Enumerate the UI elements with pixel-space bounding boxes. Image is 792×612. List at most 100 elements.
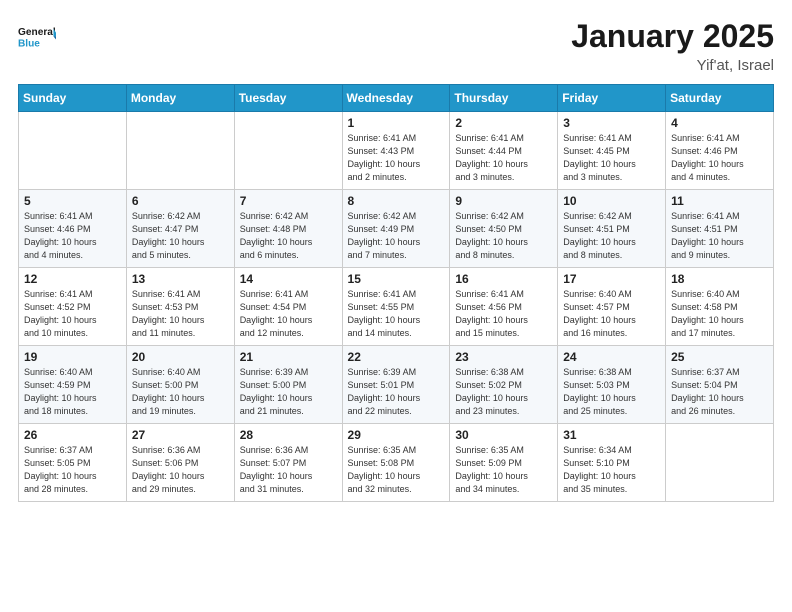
calendar-header-row: Sunday Monday Tuesday Wednesday Thursday… [19,85,774,112]
day-number: 31 [563,428,660,442]
col-sunday: Sunday [19,85,127,112]
calendar-day-cell: 18Sunrise: 6:40 AM Sunset: 4:58 PM Dayli… [666,268,774,346]
calendar-table: Sunday Monday Tuesday Wednesday Thursday… [18,84,774,502]
day-info: Sunrise: 6:41 AM Sunset: 4:53 PM Dayligh… [132,288,229,340]
calendar-day-cell: 27 Sunrise: 6:36 AM Sunset: 5:06 PM Dayli… [126,424,234,502]
col-wednesday: Wednesday [342,85,450,112]
calendar-day-cell: 1 Sunrise: 6:41 AM Sunset: 4:43 PM Daylig… [342,112,450,190]
day-number: 21 [240,350,337,364]
calendar-day-cell: 4 Sunrise: 6:41 AM Sunset: 4:46 PM Daylig… [666,112,774,190]
day-number: 7 [240,194,337,208]
svg-text:General: General [18,27,56,38]
day-info: Sunrise: 6:41 AM Sunset: 4:55 PM Dayligh… [348,288,445,340]
day-info: Sunrise: 6:38 AM Sunset: 5:03 PM Dayligh… [563,366,660,418]
day-info: Sunrise: 6:41 AM Sunset: 4:43 PM Dayligh… [348,132,445,184]
col-thursday: Thursday [450,85,558,112]
calendar-day-cell: 19 Sunrise: 6:40 AM Sunset: 4:59 PM Dayli… [19,346,127,424]
day-number: 19 [24,350,121,364]
day-number: 18 [671,272,768,286]
day-info: Sunrise: 6:41 AM Sunset: 4:45 PM Dayligh… [563,132,660,184]
calendar-day-cell [666,424,774,502]
calendar-day-cell: 11Sunrise: 6:41 AM Sunset: 4:51 PM Dayli… [666,190,774,268]
calendar-day-cell: 28 Sunrise: 6:36 AM Sunset: 5:07 PM Dayli… [234,424,342,502]
day-number: 14 [240,272,337,286]
day-number: 27 [132,428,229,442]
day-number: 3 [563,116,660,130]
calendar-day-cell: 13 Sunrise: 6:41 AM Sunset: 4:53 PM Dayli… [126,268,234,346]
calendar-day-cell: 29Sunrise: 6:35 AM Sunset: 5:08 PM Dayli… [342,424,450,502]
calendar-day-cell: 16 Sunrise: 6:41 AM Sunset: 4:56 PM Dayli… [450,268,558,346]
calendar-week-row: 19 Sunrise: 6:40 AM Sunset: 4:59 PM Dayli… [19,346,774,424]
day-info: Sunrise: 6:41 AM Sunset: 4:54 PM Dayligh… [240,288,337,340]
calendar-week-row: 1 Sunrise: 6:41 AM Sunset: 4:43 PM Daylig… [19,112,774,190]
calendar-day-cell: 12 Sunrise: 6:41 AM Sunset: 4:52 PM Dayli… [19,268,127,346]
day-number: 10 [563,194,660,208]
day-number: 29 [348,428,445,442]
svg-text:Blue: Blue [18,39,40,50]
title-block: January 2025 Yif'at, Israel [571,18,774,74]
day-info: Sunrise: 6:37 AM Sunset: 5:05 PM Dayligh… [24,444,121,496]
calendar-day-cell: 5Sunrise: 6:41 AM Sunset: 4:46 PM Daylig… [19,190,127,268]
calendar-day-cell: 20 Sunrise: 6:40 AM Sunset: 5:00 PM Dayli… [126,346,234,424]
day-info: Sunrise: 6:41 AM Sunset: 4:56 PM Dayligh… [455,288,552,340]
day-number: 15 [348,272,445,286]
day-info: Sunrise: 6:41 AM Sunset: 4:51 PM Dayligh… [671,210,768,262]
day-number: 8 [348,194,445,208]
day-info: Sunrise: 6:42 AM Sunset: 4:50 PM Dayligh… [455,210,552,262]
calendar-day-cell [126,112,234,190]
day-number: 20 [132,350,229,364]
day-number: 26 [24,428,121,442]
day-number: 2 [455,116,552,130]
header: General Blue January 2025 Yif'at, Israel [18,18,774,74]
day-number: 22 [348,350,445,364]
calendar-day-cell: 23 Sunrise: 6:38 AM Sunset: 5:02 PM Dayli… [450,346,558,424]
calendar-week-row: 26 Sunrise: 6:37 AM Sunset: 5:05 PM Dayli… [19,424,774,502]
calendar-day-cell: 3 Sunrise: 6:41 AM Sunset: 4:45 PM Daylig… [558,112,666,190]
day-info: Sunrise: 6:36 AM Sunset: 5:07 PM Dayligh… [240,444,337,496]
day-info: Sunrise: 6:39 AM Sunset: 5:01 PM Dayligh… [348,366,445,418]
day-info: Sunrise: 6:41 AM Sunset: 4:46 PM Dayligh… [671,132,768,184]
day-number: 30 [455,428,552,442]
calendar-day-cell: 22 Sunrise: 6:39 AM Sunset: 5:01 PM Dayli… [342,346,450,424]
day-number: 28 [240,428,337,442]
day-number: 9 [455,194,552,208]
page: General Blue January 2025 Yif'at, Israel… [0,0,792,612]
day-info: Sunrise: 6:41 AM Sunset: 4:52 PM Dayligh… [24,288,121,340]
logo: General Blue [18,18,56,56]
col-friday: Friday [558,85,666,112]
day-number: 1 [348,116,445,130]
calendar-day-cell: 9 Sunrise: 6:42 AM Sunset: 4:50 PM Daylig… [450,190,558,268]
day-number: 17 [563,272,660,286]
calendar-day-cell: 24Sunrise: 6:38 AM Sunset: 5:03 PM Dayli… [558,346,666,424]
day-number: 6 [132,194,229,208]
day-number: 25 [671,350,768,364]
day-info: Sunrise: 6:38 AM Sunset: 5:02 PM Dayligh… [455,366,552,418]
day-info: Sunrise: 6:40 AM Sunset: 5:00 PM Dayligh… [132,366,229,418]
calendar-day-cell: 7 Sunrise: 6:42 AM Sunset: 4:48 PM Daylig… [234,190,342,268]
calendar-day-cell: 15 Sunrise: 6:41 AM Sunset: 4:55 PM Dayli… [342,268,450,346]
day-info: Sunrise: 6:37 AM Sunset: 5:04 PM Dayligh… [671,366,768,418]
day-info: Sunrise: 6:42 AM Sunset: 4:51 PM Dayligh… [563,210,660,262]
calendar-week-row: 12 Sunrise: 6:41 AM Sunset: 4:52 PM Dayli… [19,268,774,346]
calendar-day-cell: 6 Sunrise: 6:42 AM Sunset: 4:47 PM Daylig… [126,190,234,268]
col-monday: Monday [126,85,234,112]
calendar-day-cell: 8Sunrise: 6:42 AM Sunset: 4:49 PM Daylig… [342,190,450,268]
calendar-day-cell [19,112,127,190]
day-number: 4 [671,116,768,130]
calendar-day-cell: 2 Sunrise: 6:41 AM Sunset: 4:44 PM Daylig… [450,112,558,190]
day-number: 12 [24,272,121,286]
calendar-day-cell [234,112,342,190]
day-number: 13 [132,272,229,286]
day-info: Sunrise: 6:35 AM Sunset: 5:09 PM Dayligh… [455,444,552,496]
day-info: Sunrise: 6:40 AM Sunset: 4:59 PM Dayligh… [24,366,121,418]
calendar-day-cell: 14 Sunrise: 6:41 AM Sunset: 4:54 PM Dayli… [234,268,342,346]
day-number: 16 [455,272,552,286]
day-info: Sunrise: 6:42 AM Sunset: 4:47 PM Dayligh… [132,210,229,262]
day-info: Sunrise: 6:41 AM Sunset: 4:44 PM Dayligh… [455,132,552,184]
day-info: Sunrise: 6:36 AM Sunset: 5:06 PM Dayligh… [132,444,229,496]
calendar-day-cell: 17Sunrise: 6:40 AM Sunset: 4:57 PM Dayli… [558,268,666,346]
day-number: 23 [455,350,552,364]
day-info: Sunrise: 6:42 AM Sunset: 4:48 PM Dayligh… [240,210,337,262]
subtitle: Yif'at, Israel [571,57,774,74]
day-number: 5 [24,194,121,208]
